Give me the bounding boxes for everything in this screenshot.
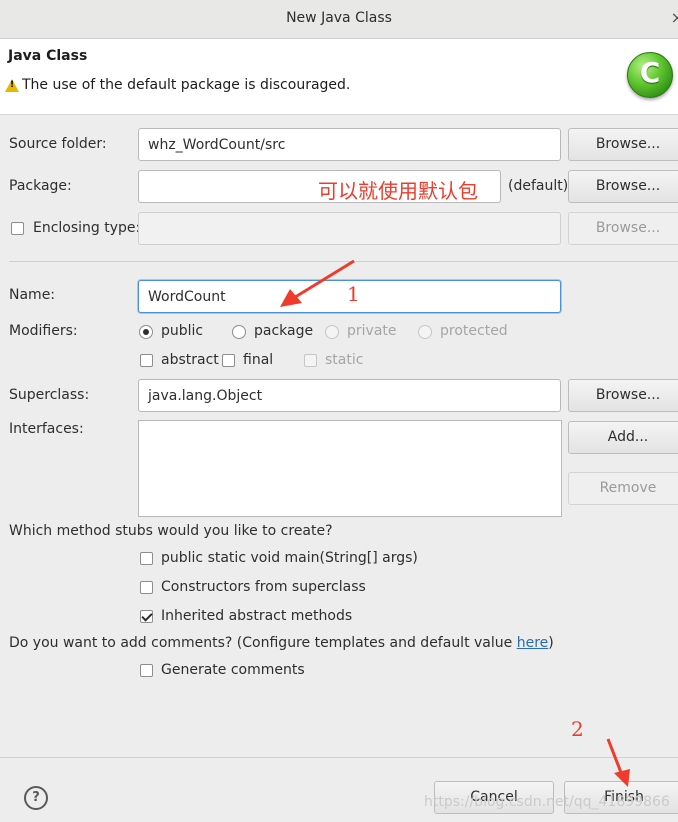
generate-comments-label: Generate comments	[161, 662, 305, 678]
modifier-abstract-checkbox[interactable]	[140, 354, 153, 367]
modifier-final-checkbox[interactable]	[222, 354, 235, 367]
header-message: The use of the default package is discou…	[22, 77, 351, 93]
modifier-package-radio[interactable]	[232, 325, 246, 339]
header-title: Java Class	[8, 48, 88, 64]
add-interface-button[interactable]: Add...	[568, 421, 678, 454]
source-folder-input[interactable]: whz_WordCount/src	[138, 128, 561, 161]
inherited-methods-checkbox[interactable]	[140, 610, 153, 623]
modifier-protected-radio	[418, 325, 432, 339]
constructors-checkbox[interactable]	[140, 581, 153, 594]
superclass-input[interactable]: java.lang.Object	[138, 379, 561, 412]
help-icon[interactable]: ?	[24, 786, 48, 810]
watermark-text: https://blog.csdn.net/qq_41899866	[424, 794, 670, 810]
superclass-label: Superclass:	[9, 387, 90, 403]
step-2-label: 2	[571, 717, 584, 741]
warning-icon-mark: !	[9, 80, 15, 90]
package-annotation: 可以就使用默认包	[318, 179, 478, 203]
modifier-private-radio	[325, 325, 339, 339]
enclosing-type-input	[138, 212, 561, 245]
method-stubs-question: Which method stubs would you like to cre…	[9, 523, 333, 539]
source-folder-label: Source folder:	[9, 136, 107, 152]
main-method-label: public static void main(String[] args)	[161, 550, 418, 566]
step-1-label: 1	[347, 282, 360, 306]
interfaces-list[interactable]	[138, 420, 562, 517]
java-class-logo-icon: C	[627, 52, 673, 98]
inherited-methods-label: Inherited abstract methods	[161, 608, 353, 624]
remove-interface-button: Remove	[568, 472, 678, 505]
arrow-2-icon	[606, 738, 630, 787]
modifier-abstract-label: abstract	[161, 352, 219, 368]
modifier-public-label: public	[161, 323, 204, 339]
modifier-private-label: private	[347, 323, 397, 339]
modifiers-label: Modifiers:	[9, 323, 78, 339]
modifier-protected-label: protected	[440, 323, 508, 339]
modifier-final-label: final	[243, 352, 274, 368]
name-label: Name:	[9, 287, 56, 303]
enclosing-type-browse-button: Browse...	[568, 212, 678, 245]
modifier-static-label: static	[325, 352, 364, 368]
superclass-browse-button[interactable]: Browse...	[568, 379, 678, 412]
comments-question: Do you want to add comments? (Configure …	[9, 635, 554, 651]
source-folder-browse-button[interactable]: Browse...	[568, 128, 678, 161]
package-browse-button[interactable]: Browse...	[568, 170, 678, 203]
interfaces-label: Interfaces:	[9, 421, 84, 437]
package-default-hint: (default)	[508, 178, 569, 194]
modifier-static-checkbox	[304, 354, 317, 367]
constructors-label: Constructors from superclass	[161, 579, 366, 595]
title-bar: New Java Class ×	[0, 0, 678, 39]
generate-comments-checkbox[interactable]	[140, 664, 153, 677]
close-icon[interactable]: ×	[671, 8, 678, 27]
comments-question-end: )	[548, 635, 554, 651]
main-method-checkbox[interactable]	[140, 552, 153, 565]
configure-templates-link[interactable]: here	[517, 635, 549, 651]
package-label: Package:	[9, 178, 72, 194]
enclosing-type-label: Enclosing type:	[33, 220, 141, 236]
modifier-package-label: package	[254, 323, 314, 339]
modifier-public-radio[interactable]	[139, 325, 153, 339]
footer-separator	[0, 757, 678, 758]
window-title: New Java Class	[286, 10, 392, 26]
comments-question-text: Do you want to add comments? (Configure …	[9, 635, 517, 651]
enclosing-type-checkbox[interactable]	[11, 222, 24, 235]
